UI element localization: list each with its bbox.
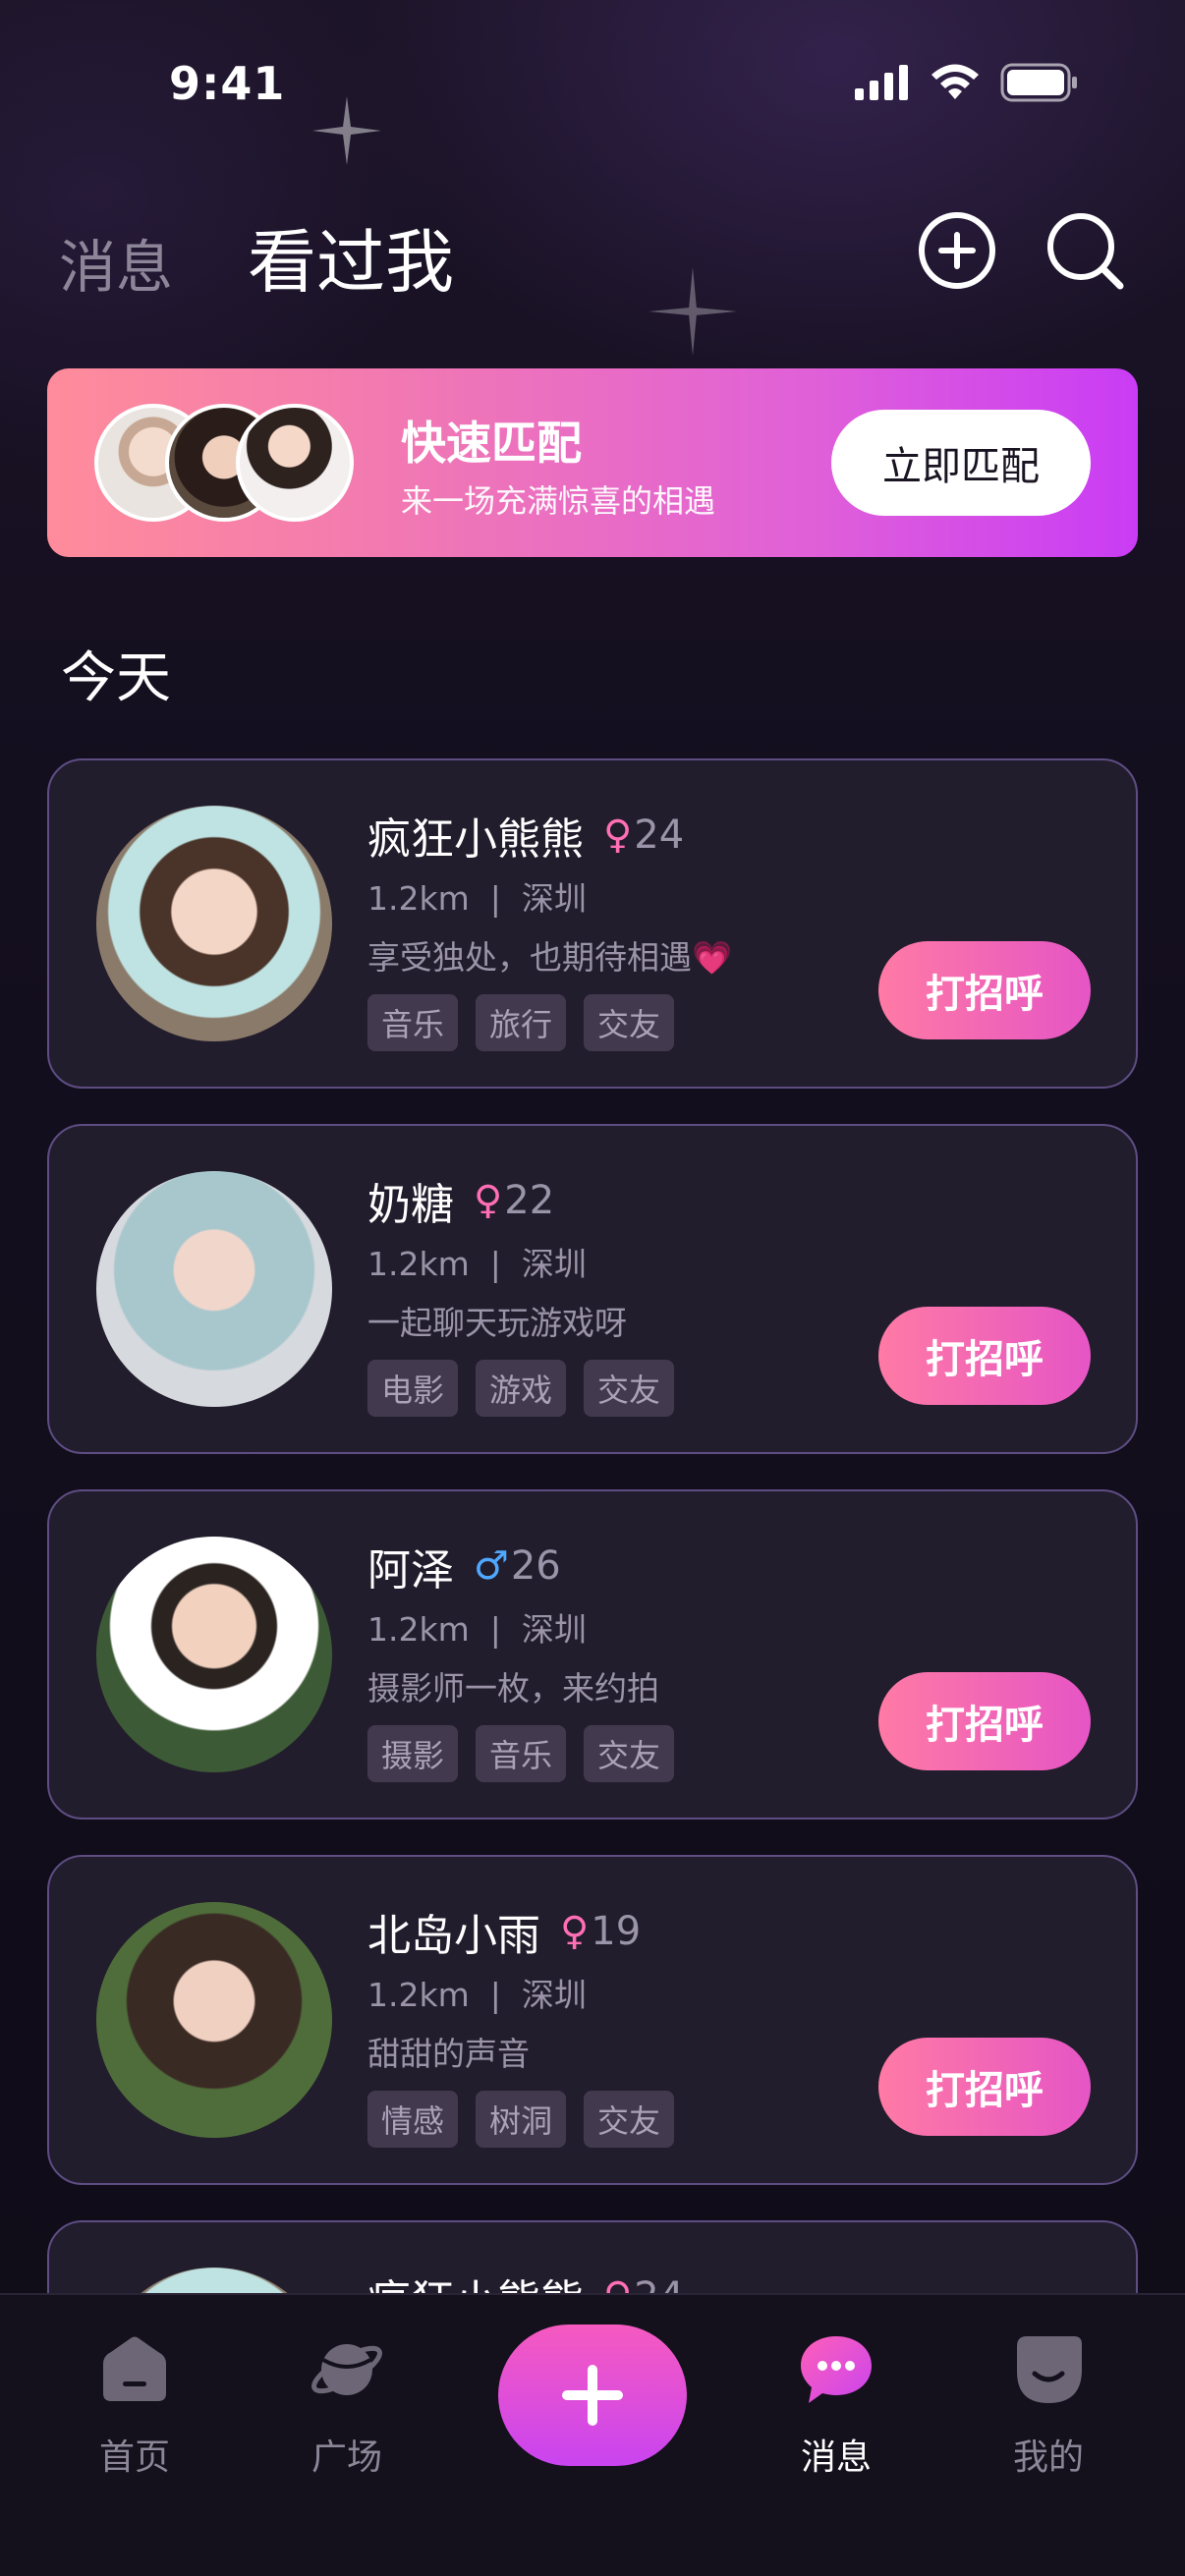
say-hello-button[interactable]: 打招呼 bbox=[878, 2038, 1091, 2136]
tag: 旅行 bbox=[476, 994, 567, 1051]
avatar-stack bbox=[94, 404, 360, 522]
tag: 摄影 bbox=[367, 1725, 459, 1782]
avatar bbox=[236, 404, 354, 522]
tab-viewed-me[interactable]: 看过我 bbox=[248, 207, 454, 307]
status-bar: 9:41 bbox=[0, 0, 1185, 167]
profile-tags: 摄影 音乐 交友 bbox=[367, 1725, 675, 1782]
tag: 树洞 bbox=[476, 2091, 567, 2148]
planet-icon bbox=[311, 2344, 382, 2395]
tag: 电影 bbox=[367, 1360, 459, 1417]
battery-icon bbox=[1000, 63, 1077, 102]
say-hello-button[interactable]: 打招呼 bbox=[878, 1672, 1091, 1770]
tab-messages[interactable]: 消息 bbox=[59, 221, 173, 304]
nav-mine-label: 我的 bbox=[1012, 2437, 1084, 2478]
profile-name: 阿泽 bbox=[367, 1545, 454, 1596]
profile-card[interactable]: 奶糖 ♀ 22 1.2km | 深圳 一起聊天玩游戏呀 电影 游戏 交友 打招呼 bbox=[47, 1124, 1138, 1454]
tag: 情感 bbox=[367, 2091, 459, 2148]
female-icon: ♀ bbox=[560, 1909, 590, 1954]
profile-bio: 摄影师一枚，来约拍 bbox=[367, 1669, 659, 1708]
banner-subtitle: 来一场充满惊喜的相遇 bbox=[401, 482, 716, 520]
tag: 音乐 bbox=[476, 1725, 567, 1782]
tag: 交友 bbox=[584, 1360, 675, 1417]
profile-card[interactable]: 阿泽 ♂ 26 1.2km | 深圳 摄影师一枚，来约拍 摄影 音乐 交友 打招… bbox=[47, 1489, 1138, 1820]
tag: 交友 bbox=[584, 994, 675, 1051]
profile-face-icon bbox=[1017, 2336, 1082, 2403]
create-button[interactable] bbox=[498, 2324, 687, 2466]
profile-tags: 情感 树洞 交友 bbox=[367, 2091, 675, 2148]
profile-card[interactable]: 疯狂小熊熊 ♀ 24 1.2km | 深圳 享受独处，也期待相遇💗 音乐 旅行 … bbox=[47, 758, 1138, 1089]
bottom-nav: 首页 广场 消息 我的 bbox=[0, 2293, 1185, 2576]
profile-age: 19 bbox=[591, 1909, 642, 1954]
profile-avatar bbox=[96, 1537, 332, 1772]
female-icon: ♀ bbox=[603, 812, 633, 858]
profile-name: 疯狂小熊熊 bbox=[367, 814, 584, 865]
nav-square-label: 广场 bbox=[310, 2437, 382, 2478]
signal-icon bbox=[855, 65, 908, 100]
quick-match-banner[interactable]: 快速匹配 来一场充满惊喜的相遇 立即匹配 bbox=[47, 368, 1138, 557]
profile-name: 北岛小雨 bbox=[367, 1911, 540, 1961]
profile-location: 1.2km | 深圳 bbox=[367, 879, 587, 918]
profile-bio: 甜甜的声音 bbox=[367, 2035, 530, 2073]
tag: 交友 bbox=[584, 1725, 675, 1782]
tag: 音乐 bbox=[367, 994, 459, 1051]
nav-home-label: 首页 bbox=[98, 2437, 170, 2478]
profile-name: 奶糖 bbox=[367, 1180, 454, 1230]
profile-location: 1.2km | 深圳 bbox=[367, 1610, 587, 1649]
profile-avatar bbox=[96, 1902, 332, 2138]
profile-age: 26 bbox=[510, 1543, 561, 1589]
search-icon[interactable] bbox=[1044, 209, 1126, 292]
profile-avatar bbox=[96, 1171, 332, 1407]
nav-mine[interactable]: 我的 bbox=[975, 2330, 1122, 2480]
section-today: 今天 bbox=[61, 646, 171, 710]
tag: 游戏 bbox=[476, 1360, 567, 1417]
banner-title: 快速匹配 bbox=[401, 417, 582, 470]
say-hello-button[interactable]: 打招呼 bbox=[878, 941, 1091, 1039]
female-icon: ♀ bbox=[474, 1178, 503, 1223]
page-header: 消息 看过我 bbox=[59, 201, 1126, 303]
profile-tags: 音乐 旅行 交友 bbox=[367, 994, 675, 1051]
nav-square[interactable]: 广场 bbox=[273, 2330, 421, 2480]
plus-icon bbox=[562, 2365, 623, 2426]
profile-avatar bbox=[96, 806, 332, 1041]
profile-card[interactable]: 北岛小雨 ♀ 19 1.2km | 深圳 甜甜的声音 情感 树洞 交友 打招呼 bbox=[47, 1855, 1138, 2185]
profile-tags: 电影 游戏 交友 bbox=[367, 1360, 675, 1417]
profile-location: 1.2km | 深圳 bbox=[367, 1976, 587, 2014]
profile-age: 22 bbox=[504, 1178, 555, 1223]
status-time: 9:41 bbox=[169, 57, 286, 110]
nav-home[interactable]: 首页 bbox=[61, 2330, 208, 2480]
home-icon bbox=[103, 2336, 166, 2401]
add-icon[interactable] bbox=[916, 209, 998, 292]
wifi-icon bbox=[931, 64, 979, 99]
male-icon: ♂ bbox=[474, 1543, 509, 1589]
tag: 交友 bbox=[584, 2091, 675, 2148]
profile-age: 24 bbox=[634, 812, 685, 858]
nav-messages[interactable]: 消息 bbox=[762, 2330, 910, 2480]
nav-messages-label: 消息 bbox=[800, 2437, 872, 2478]
chat-bubble-icon bbox=[801, 2336, 872, 2403]
profile-bio: 一起聊天玩游戏呀 bbox=[367, 1304, 627, 1342]
match-now-button[interactable]: 立即匹配 bbox=[831, 410, 1091, 516]
profile-location: 1.2km | 深圳 bbox=[367, 1245, 587, 1283]
profile-bio: 享受独处，也期待相遇💗 bbox=[367, 938, 733, 977]
say-hello-button[interactable]: 打招呼 bbox=[878, 1307, 1091, 1405]
